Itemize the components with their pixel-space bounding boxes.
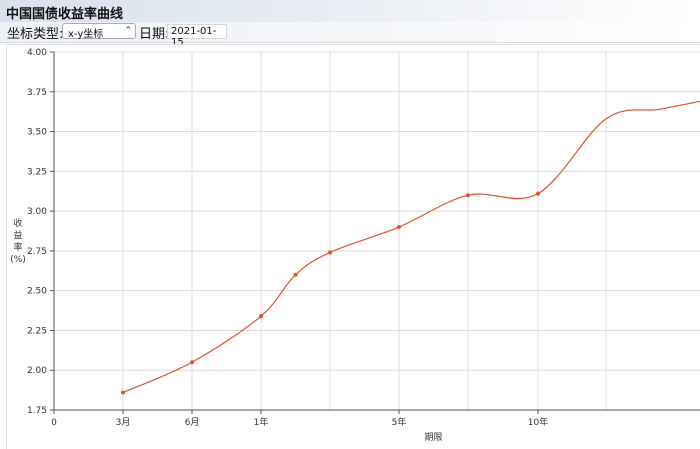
y-tick-label: 1.75 [27,406,47,416]
data-point [536,191,540,196]
y-tick-label: 3.25 [27,167,47,177]
y-tick-label: 2.50 [27,287,47,297]
x-tick-label: 3月 [116,417,131,428]
data-point [259,314,263,319]
data-point [397,225,401,230]
data-point [190,360,194,365]
y-tick-label: 2.00 [27,366,47,376]
x-tick-label: 6月 [185,417,200,428]
y-tick-label: 4.00 [27,48,47,58]
yield-series-line [122,100,700,394]
y-tick-label: 3.50 [27,128,47,138]
x-tick-label: 1年 [254,416,269,428]
y-tick-label: 3.00 [27,207,47,217]
y-tick-label: 2.75 [27,247,47,257]
x-tick-label: 5年 [392,416,407,428]
data-point [466,193,470,198]
data-point [328,250,332,255]
x-tick-label: 10年 [528,416,548,428]
x-axis-title: 期限 [424,432,442,443]
data-point [293,272,298,277]
y-axis-title: 收益率(%) [10,217,26,265]
yield-curve-chart: 1.75 2.00 2.25 2.50 2.75 3.00 3.25 3.50 3.75 4.00… [10,48,700,443]
y-tick-label: 3.75 [27,88,47,98]
data-point [121,390,125,395]
x-tick-label: 0 [51,418,57,428]
y-tick-label: 2.25 [27,326,47,336]
